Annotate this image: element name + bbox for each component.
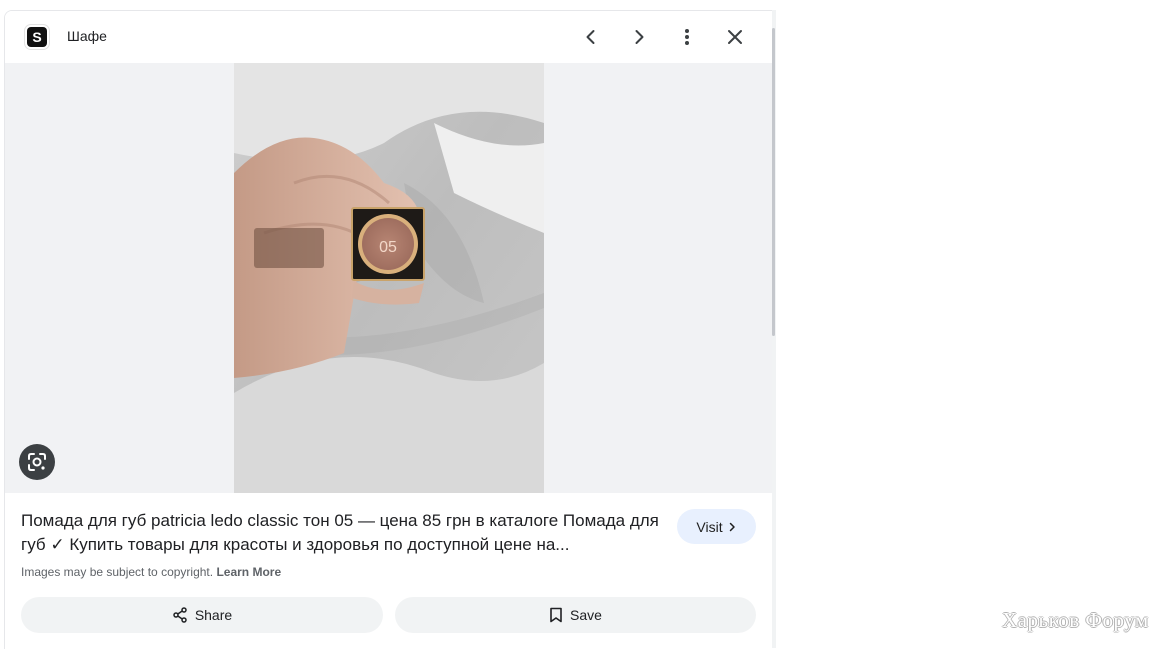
forum-watermark: Харьков Форум <box>1002 608 1149 632</box>
panel-header: S Шафе <box>5 11 773 62</box>
close-icon <box>728 30 742 44</box>
next-button[interactable] <box>623 21 655 53</box>
chevron-right-small-icon <box>729 522 735 531</box>
chevron-left-icon <box>586 30 595 44</box>
share-label: Share <box>194 607 233 623</box>
image-area: 05 <box>5 63 773 493</box>
site-favicon[interactable]: S <box>25 25 49 49</box>
scrollbar-thumb[interactable] <box>772 28 775 336</box>
lipstick-shade-label: 05 <box>379 239 397 256</box>
visit-button[interactable]: Visit <box>677 509 756 544</box>
close-button[interactable] <box>719 21 751 53</box>
save-label: Save <box>570 607 602 623</box>
panel-scrollbar[interactable] <box>772 10 776 648</box>
favicon-letter: S <box>27 27 47 47</box>
google-lens-button[interactable] <box>19 444 55 480</box>
chevron-right-icon <box>635 30 644 44</box>
previous-button[interactable] <box>575 21 607 53</box>
google-lens-icon <box>28 453 46 471</box>
share-button[interactable]: Share <box>21 597 383 633</box>
copyright-text: Images may be subject to copyright. <box>21 565 214 579</box>
site-name[interactable]: Шафе <box>67 28 107 44</box>
product-photo[interactable]: 05 <box>234 63 544 493</box>
result-title[interactable]: Помада для губ patricia ledo classic тон… <box>21 509 661 557</box>
learn-more-link[interactable]: Learn More <box>216 565 281 579</box>
more-options-button[interactable] <box>671 21 703 53</box>
visit-button-label: Visit <box>696 518 723 535</box>
copyright-notice: Images may be subject to copyright. Lear… <box>21 565 281 579</box>
product-photo-graphic: 05 <box>234 63 544 493</box>
save-button[interactable]: Save <box>395 597 756 633</box>
bookmark-icon <box>550 607 562 623</box>
image-preview-panel: S Шафе 05 Помада для губ patricia ledo c… <box>4 10 773 649</box>
share-icon <box>173 607 187 623</box>
more-vert-icon <box>685 29 689 45</box>
